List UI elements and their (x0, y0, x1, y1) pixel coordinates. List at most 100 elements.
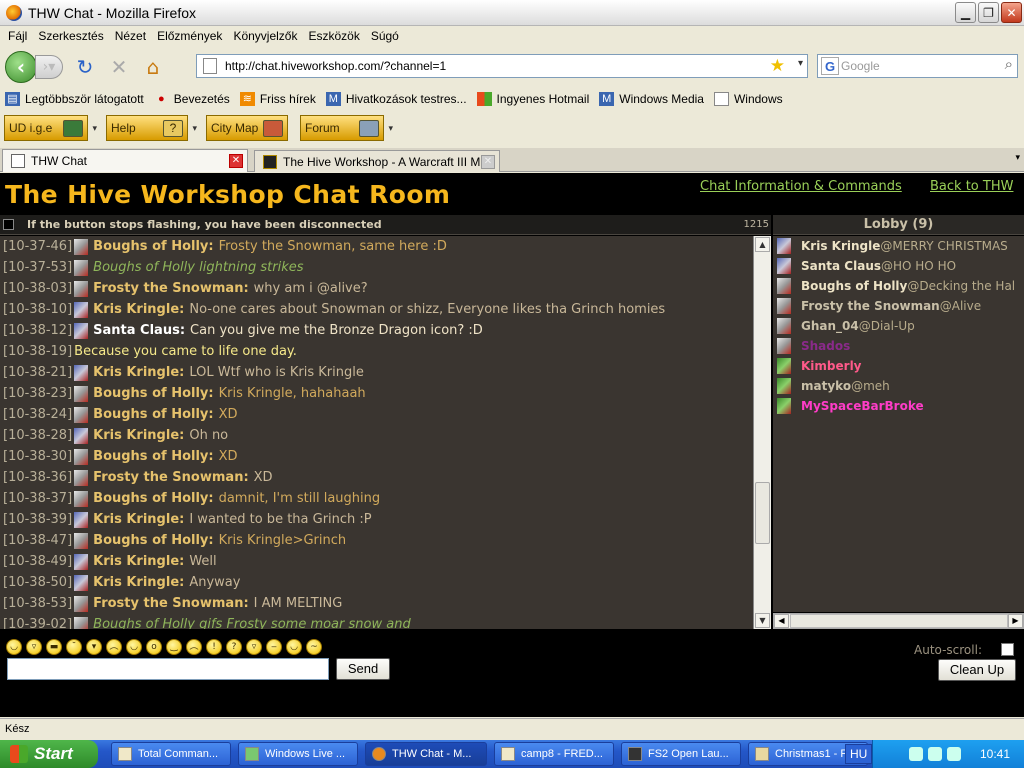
bookmark-star-icon[interactable]: ★ (770, 56, 785, 76)
back-to-thw-link[interactable]: Back to THW (930, 179, 1013, 194)
message-author[interactable]: Kris Kringle: (93, 428, 184, 443)
lobby-user[interactable]: Kris Kringle @MERRY CHRISTMAS (773, 236, 1024, 256)
taskbar-item-windows-live[interactable]: Windows Live ... (238, 742, 358, 766)
message-author[interactable]: Kris Kringle: (93, 554, 184, 569)
messenger-tray-icon[interactable] (947, 747, 961, 761)
bookmark-windows-media[interactable]: M Windows Media (599, 92, 704, 106)
stop-icon[interactable]: ✕ (107, 55, 131, 79)
lobby-user[interactable]: Shados (773, 336, 1024, 356)
bookmark-links[interactable]: M Hivatkozások testres... (325, 92, 467, 106)
url-bar[interactable]: http://chat.hiveworkshop.com/?channel=1 … (196, 54, 808, 78)
maximize-button[interactable]: ❐ (978, 2, 999, 23)
language-indicator[interactable]: HU (845, 744, 873, 764)
lobby-user[interactable]: Kimberly (773, 356, 1024, 376)
autoscroll-checkbox[interactable] (1001, 643, 1014, 656)
taskbar-item-camp8[interactable]: camp8 - FRED... (494, 742, 614, 766)
emoticon-grin-icon[interactable]: ▿ (26, 639, 42, 655)
lobby-user[interactable]: Ghan_04 @Dial-Up (773, 316, 1024, 336)
forward-button[interactable]: ›▾ (35, 55, 63, 79)
scroll-down-icon[interactable]: ▼ (755, 613, 770, 628)
tab-hive-workshop[interactable]: The Hive Workshop - A Warcraft III M... … (254, 150, 500, 172)
chat-info-link[interactable]: Chat Information & Commands (700, 179, 902, 194)
toolbar-button-help[interactable]: Help? ▾ (106, 115, 197, 141)
emoticon-frown-icon[interactable]: ︵ (186, 639, 202, 655)
emoticon-tongue-icon[interactable]: ▾ (86, 639, 102, 655)
reload-icon[interactable]: ↻ (73, 55, 97, 79)
bookmark-hotmail[interactable]: Ingyenes Hotmail (476, 92, 589, 106)
emoticon-question-icon[interactable]: ? (226, 639, 242, 655)
message-author[interactable]: Frosty the Snowman: (93, 596, 249, 611)
close-tab-icon[interactable]: ✕ (481, 155, 495, 169)
google-icon[interactable]: G (821, 57, 839, 75)
menu-view[interactable]: Nézet (115, 29, 146, 43)
message-author[interactable]: Santa Claus: (93, 323, 185, 338)
menu-history[interactable]: Előzmények (157, 29, 222, 43)
emoticon-wink-icon[interactable]: ˘ (66, 639, 82, 655)
tab-thw-chat[interactable]: THW Chat ✕ (2, 149, 248, 172)
lobby-scrollbar[interactable]: ◀ ▶ (773, 613, 1024, 629)
back-button[interactable]: ‹ (5, 51, 37, 83)
taskbar-item-fs2-open[interactable]: FS2 Open Lau... (621, 742, 741, 766)
network-icon[interactable] (928, 747, 942, 761)
tab-list-icon[interactable]: ▾ (1015, 153, 1020, 163)
clean-up-button[interactable]: Clean Up (938, 659, 1016, 681)
send-button[interactable]: Send (336, 658, 390, 680)
scroll-thumb[interactable] (790, 614, 1008, 628)
menu-file[interactable]: Fájl (8, 29, 27, 43)
message-author[interactable]: Kris Kringle: (93, 302, 184, 317)
bookmark-windows[interactable]: Windows (713, 92, 783, 106)
emoticon-shocked-icon[interactable]: o (146, 639, 162, 655)
bookmark-news[interactable]: ≋ Friss hírek (239, 92, 316, 106)
message-author[interactable]: Boughs of Holly: (93, 491, 213, 506)
message-author[interactable]: Frosty the Snowman: (93, 281, 249, 296)
message-author[interactable]: Kris Kringle: (93, 365, 184, 380)
tray-expand-icon[interactable] (909, 747, 923, 761)
menu-tools[interactable]: Eszközök (308, 29, 359, 43)
lobby-user[interactable]: Frosty the Snowman @Alive (773, 296, 1024, 316)
chevron-down-icon[interactable]: ▾ (388, 123, 393, 134)
home-icon[interactable]: ⌂ (141, 55, 165, 79)
emoticon-cool-icon[interactable]: ▬ (46, 639, 62, 655)
chat-input[interactable] (7, 658, 329, 680)
menu-edit[interactable]: Szerkesztés (38, 29, 103, 43)
url-dropdown-icon[interactable]: ▾ (798, 58, 803, 69)
emoticon-annoyed-icon[interactable]: ‒ (266, 639, 282, 655)
search-box[interactable]: G Google ⌕ (817, 54, 1018, 78)
toolbar-button-citymap[interactable]: City Map (206, 115, 288, 141)
emoticon-dizzy-icon[interactable]: ~ (306, 639, 322, 655)
message-author[interactable]: Boughs of Holly: (93, 239, 213, 254)
message-author[interactable]: Kris Kringle: (93, 512, 184, 527)
close-tab-icon[interactable]: ✕ (229, 154, 243, 168)
lobby-user[interactable]: Boughs of Holly @Decking the Hal (773, 276, 1024, 296)
lobby-user[interactable]: MySpaceBarBroke (773, 396, 1024, 416)
minimize-button[interactable]: ▁ (955, 2, 976, 23)
scroll-left-icon[interactable]: ◀ (774, 614, 789, 628)
message-author[interactable]: Kris Kringle: (93, 575, 184, 590)
toolbar-button-ud[interactable]: UD i.g.e ▾ (4, 115, 97, 141)
message-author[interactable]: Boughs of Holly: (93, 533, 213, 548)
scroll-up-icon[interactable]: ▲ (755, 237, 770, 252)
emoticon-laugh-icon[interactable]: ▿ (246, 639, 262, 655)
lobby-user[interactable]: matyko @meh (773, 376, 1024, 396)
chevron-down-icon[interactable]: ▾ (192, 123, 197, 134)
message-author[interactable]: Frosty the Snowman: (93, 470, 249, 485)
taskbar-item-total-commander[interactable]: Total Comman... (111, 742, 231, 766)
bookmark-most-visited[interactable]: ▤ Legtöbbször látogatott (5, 92, 144, 106)
message-author[interactable]: Boughs of Holly: (93, 449, 213, 464)
close-button[interactable]: ✕ (1001, 2, 1022, 23)
taskbar-item-thw-chat[interactable]: THW Chat - M... (365, 742, 487, 766)
emoticon-smirk-icon[interactable]: ‿ (166, 639, 182, 655)
menu-help[interactable]: Súgó (371, 29, 399, 43)
scroll-thumb[interactable] (755, 482, 770, 544)
emoticon-blush-icon[interactable]: ◡ (286, 639, 302, 655)
emoticon-exclaim-icon[interactable]: ! (206, 639, 222, 655)
chevron-down-icon[interactable]: ▾ (92, 123, 97, 134)
message-author[interactable]: Boughs of Holly: (93, 386, 213, 401)
menu-bookmarks[interactable]: Könyvjelzők (233, 29, 297, 43)
emoticon-sad-icon[interactable]: ︵ (106, 639, 122, 655)
scroll-right-icon[interactable]: ▶ (1008, 614, 1023, 628)
start-button[interactable]: Start (0, 740, 98, 768)
message-author[interactable]: Boughs of Holly: (93, 407, 213, 422)
emoticon-smile-icon[interactable]: ◡ (6, 639, 22, 655)
toolbar-button-forum[interactable]: Forum ▾ (300, 115, 393, 141)
